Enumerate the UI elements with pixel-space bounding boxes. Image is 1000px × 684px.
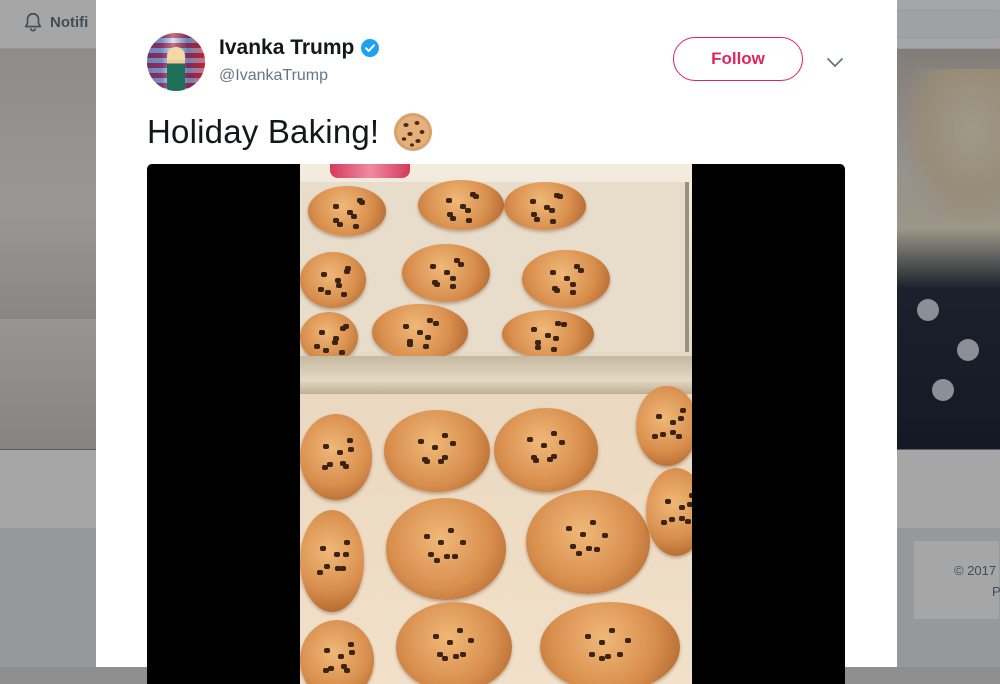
tweet-text-content: Holiday Baking!	[147, 113, 380, 150]
follow-button[interactable]: Follow	[673, 37, 803, 81]
tweet-text: Holiday Baking!	[147, 112, 433, 152]
author-name-row: Ivanka Trump	[219, 36, 380, 60]
chevron-down-icon[interactable]	[825, 52, 845, 72]
tweet-video[interactable]	[147, 164, 845, 684]
cookie	[384, 410, 490, 492]
cookie	[494, 408, 598, 492]
cookie	[502, 310, 594, 358]
baking-tray-bottom	[300, 386, 692, 684]
video-frame[interactable]	[300, 164, 692, 684]
cookie	[402, 244, 490, 302]
cookie	[396, 602, 512, 684]
cookie	[540, 602, 680, 684]
cookie-emoji-icon	[394, 113, 433, 151]
cookie	[522, 250, 610, 308]
cookie	[372, 304, 468, 360]
author-display-name[interactable]: Ivanka Trump	[219, 36, 354, 60]
tweet-modal: Ivanka Trump @IvankaTrump Follow Holiday…	[96, 0, 897, 684]
cookie	[386, 498, 506, 600]
baking-tray-rim	[300, 356, 692, 396]
author-handle[interactable]: @IvankaTrump	[219, 67, 328, 85]
baking-tray-top	[300, 164, 692, 364]
cookie	[300, 252, 366, 308]
verified-badge-icon	[361, 39, 380, 57]
cookie	[300, 312, 358, 362]
avatar-person	[167, 47, 185, 91]
avatar[interactable]	[147, 33, 205, 91]
cookie	[308, 186, 386, 236]
cookie	[504, 182, 586, 230]
cookie	[300, 510, 364, 612]
checkmark-icon	[365, 44, 376, 52]
cookie	[526, 490, 650, 594]
cookie	[646, 468, 692, 556]
ribbon-decoration	[330, 164, 410, 178]
cookie	[418, 180, 504, 230]
cookie	[300, 620, 374, 684]
cookie	[300, 414, 372, 500]
cookie	[636, 386, 692, 466]
